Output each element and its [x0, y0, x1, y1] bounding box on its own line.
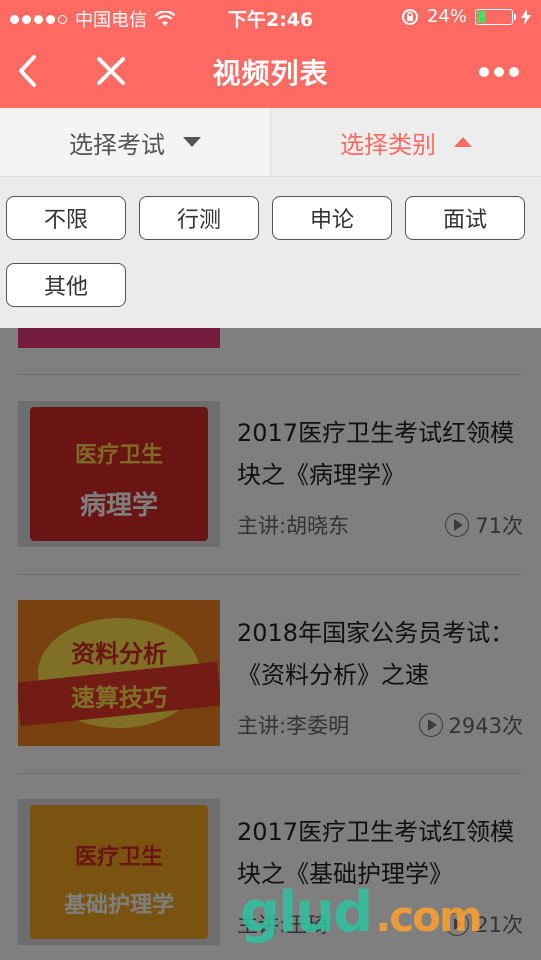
play-icon	[418, 713, 443, 737]
thumbnail-label: 医疗卫生	[74, 443, 163, 468]
triangle-up-icon	[454, 137, 472, 147]
thumbnail-label: 资料分析	[71, 640, 167, 668]
video-lecturer: 主讲:胡晓东	[237, 514, 350, 538]
video-title: 2018年国家公务员考试：《资料分析》之速	[237, 619, 515, 689]
watermark-logo: glud.com	[240, 880, 483, 945]
rotation-lock-icon	[401, 8, 418, 25]
video-views: 71次	[445, 510, 523, 540]
status-right: 24%	[401, 6, 531, 27]
battery-icon	[475, 8, 516, 25]
tab-select-category[interactable]: 选择类别	[270, 108, 541, 176]
watermark-text: glud	[240, 880, 373, 945]
category-chip-interview[interactable]: 面试	[405, 196, 525, 240]
category-chip-other[interactable]: 其他	[6, 263, 126, 307]
page-title: 视频列表	[212, 57, 329, 90]
triangle-down-icon	[183, 137, 201, 147]
thumbnail-label: 速算技巧	[71, 684, 167, 712]
tab-label: 选择类别	[340, 130, 436, 159]
video-lecturer: 主讲:李委明	[237, 714, 350, 738]
thumbnail-label: 医疗卫生	[74, 845, 163, 870]
thumbnail-label: 基础护理学	[63, 893, 174, 918]
tab-label: 选择考试	[69, 130, 165, 159]
video-thumbnail: 医疗卫生 病理学	[18, 401, 220, 547]
charging-icon	[521, 8, 531, 25]
category-chip-shenlun[interactable]: 申论	[272, 196, 392, 240]
views-count: 71次	[475, 514, 523, 538]
views-count: 21次	[475, 913, 523, 937]
thumbnail-label: 病理学	[79, 491, 158, 521]
video-title: 2017医疗卫生考试红领模块之《病理学》	[237, 419, 515, 489]
views-count: 2943次	[448, 714, 523, 738]
watermark-suffix: .com	[375, 892, 482, 941]
category-panel: 不限 行测 申论 面试 其他	[0, 177, 541, 328]
nav-bar: 视频列表	[0, 34, 541, 108]
category-chip-xingce[interactable]: 行测	[139, 196, 259, 240]
status-bar: 中国电信 下午2:46 24%	[0, 0, 541, 34]
filter-bar: 选择考试 选择类别	[0, 108, 541, 177]
video-thumbnail: 资料分析 速算技巧	[18, 600, 220, 746]
category-chip-unlimited[interactable]: 不限	[6, 196, 126, 240]
battery-percent: 24%	[426, 6, 467, 27]
video-views: 2943次	[418, 710, 523, 740]
video-thumbnail: 医疗卫生 基础护理学	[18, 799, 220, 945]
more-dots-icon[interactable]	[479, 62, 521, 82]
tab-select-exam[interactable]: 选择考试	[0, 108, 270, 176]
play-icon	[445, 513, 470, 537]
list-item[interactable]: 医疗卫生 病理学 2017医疗卫生考试红领模块之《病理学》 主讲:胡晓东 71次	[0, 374, 541, 574]
list-item[interactable]: 资料分析 速算技巧 2018年国家公务员考试：《资料分析》之速 主讲:李委明 2…	[0, 574, 541, 774]
